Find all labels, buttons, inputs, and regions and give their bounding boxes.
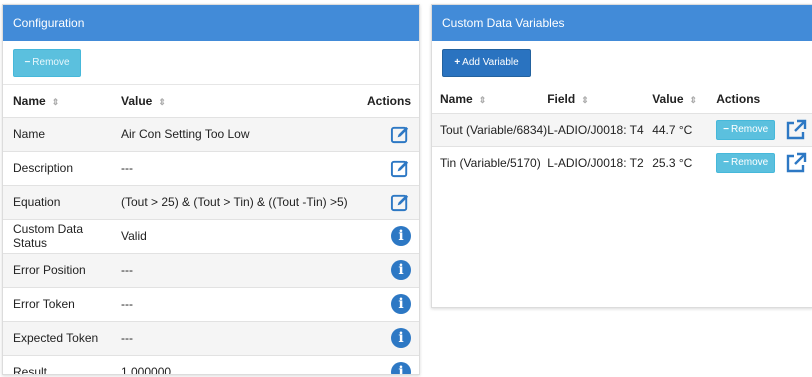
- sort-icon[interactable]: ⇕: [52, 97, 60, 107]
- row-actions: [366, 184, 419, 219]
- row-value-error-position: ---: [119, 252, 367, 287]
- variables-table: Name ⇕ Field ⇕ Value ⇕ Actions Tout (Variab…: [432, 85, 812, 179]
- table-row: Description ---: [3, 150, 419, 185]
- remove-variable-label: Remove: [730, 156, 769, 168]
- table-row: Custom Data Status Valid i: [3, 218, 419, 253]
- row-name-custom-data-status: Custom Data Status: [3, 218, 119, 253]
- row-name-error-position: Error Position: [3, 252, 119, 287]
- row-value-name: Air Con Setting Too Low: [119, 116, 367, 151]
- row-actions: i: [366, 354, 419, 374]
- column-header-name-label: Name: [440, 91, 473, 106]
- variables-toolbar: + Add Variable: [432, 41, 812, 85]
- table-row: Error Position --- i: [3, 252, 419, 287]
- table-row: Expected Token --- i: [3, 320, 419, 355]
- row-name-description: Description: [3, 150, 119, 185]
- info-icon[interactable]: i: [391, 260, 411, 280]
- column-header-value-label: Value: [652, 91, 684, 106]
- variable-value: 25.3 °C: [652, 145, 717, 179]
- minus-icon: −: [723, 156, 729, 168]
- variable-actions: − Remove: [716, 145, 812, 179]
- variable-field: L-ADIO/J0018: T2: [547, 145, 653, 179]
- column-header-value-label: Value: [121, 93, 153, 108]
- column-header-actions: Actions: [716, 91, 761, 106]
- minus-icon: −: [24, 57, 31, 68]
- info-icon[interactable]: i: [391, 226, 411, 246]
- row-value-equation: (Tout > 25) & (Tout > Tin) & ((Tout -Tin…: [119, 184, 367, 219]
- edit-icon[interactable]: [390, 192, 411, 213]
- row-name-error-token: Error Token: [3, 286, 119, 321]
- add-variable-button[interactable]: + Add Variable: [442, 49, 531, 77]
- row-actions: i: [366, 320, 419, 355]
- external-link-icon[interactable]: [785, 152, 807, 174]
- row-value-description: ---: [119, 150, 367, 185]
- column-header-value[interactable]: Value ⇕: [652, 85, 716, 113]
- sort-icon[interactable]: ⇕: [690, 95, 698, 105]
- table-row: Equation (Tout > 25) & (Tout > Tin) & ((T…: [3, 184, 419, 219]
- add-variable-button-label: Add Variable: [462, 57, 519, 68]
- table-header-row: Name ⇕ Value ⇕ Actions: [3, 85, 419, 117]
- column-header-field-label: Field: [547, 91, 576, 106]
- row-actions: [366, 116, 419, 151]
- remove-button-label: Remove: [32, 57, 70, 68]
- sort-icon[interactable]: ⇕: [581, 95, 589, 105]
- remove-variable-button[interactable]: − Remove: [716, 119, 776, 140]
- remove-button[interactable]: − Remove: [13, 49, 81, 77]
- configuration-panel-title: Configuration: [3, 5, 419, 41]
- row-value-expected-token: ---: [119, 320, 367, 355]
- column-header-field[interactable]: Field ⇕: [547, 85, 652, 113]
- sort-icon[interactable]: ⇕: [479, 95, 487, 105]
- edit-icon[interactable]: [390, 158, 411, 179]
- row-value-error-token: ---: [119, 286, 367, 321]
- row-name-result: Result: [3, 354, 119, 374]
- remove-variable-button[interactable]: − Remove: [716, 152, 776, 173]
- table-row: Tout (Variable/6834) L-ADIO/J0018: T4 44.7…: [432, 112, 812, 146]
- column-header-name-label: Name: [13, 93, 46, 108]
- row-actions: [366, 150, 419, 185]
- row-name-name: Name: [3, 116, 119, 151]
- variable-name: Tin (Variable/5170): [432, 145, 548, 179]
- custom-data-variables-panel: Custom Data Variables + Add Variable Name…: [431, 4, 812, 308]
- table-row: Name Air Con Setting Too Low: [3, 116, 419, 151]
- custom-data-variables-title: Custom Data Variables: [432, 5, 812, 41]
- remove-variable-label: Remove: [730, 123, 769, 135]
- configuration-toolbar: − Remove: [3, 41, 419, 85]
- variable-name: Tout (Variable/6834): [432, 112, 548, 146]
- column-header-actions: Actions: [366, 93, 411, 108]
- row-name-expected-token: Expected Token: [3, 320, 119, 355]
- variable-field: L-ADIO/J0018: T4: [547, 112, 653, 146]
- row-actions: i: [366, 218, 419, 253]
- variable-actions: − Remove: [716, 112, 812, 146]
- column-header-value[interactable]: Value ⇕: [119, 85, 367, 117]
- row-name-equation: Equation: [3, 184, 119, 219]
- info-icon[interactable]: i: [391, 328, 411, 348]
- configuration-panel: Configuration − Remove Name ⇕ Value ⇕ Actio…: [2, 4, 420, 375]
- table-row: Error Token --- i: [3, 286, 419, 321]
- plus-icon: +: [454, 57, 461, 68]
- row-value-custom-data-status: Valid: [119, 218, 367, 253]
- variable-value: 44.7 °C: [652, 112, 717, 146]
- row-value-result: 1.000000: [119, 354, 367, 374]
- external-link-icon[interactable]: [785, 119, 807, 141]
- row-actions: i: [366, 252, 419, 287]
- minus-icon: −: [723, 123, 729, 135]
- sort-icon[interactable]: ⇕: [158, 97, 166, 107]
- table-header-row: Name ⇕ Field ⇕ Value ⇕ Actions: [432, 85, 812, 113]
- info-icon[interactable]: i: [391, 294, 411, 314]
- column-header-name[interactable]: Name ⇕: [3, 85, 119, 117]
- configuration-table: Name ⇕ Value ⇕ Actions Name Air Con Setting…: [3, 85, 419, 374]
- table-row: Result 1.000000 i: [3, 354, 419, 374]
- column-header-name[interactable]: Name ⇕: [432, 85, 547, 113]
- edit-icon[interactable]: [390, 124, 411, 145]
- row-actions: i: [366, 286, 419, 321]
- info-icon[interactable]: i: [391, 362, 411, 374]
- table-row: Tin (Variable/5170) L-ADIO/J0018: T2 25.3 …: [432, 145, 812, 179]
